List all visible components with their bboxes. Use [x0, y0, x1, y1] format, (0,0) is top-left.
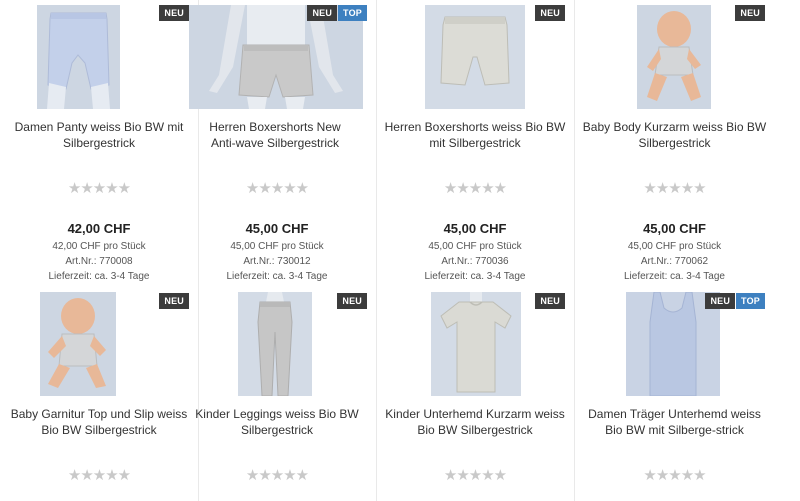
rating-stars: ★★★★★	[643, 180, 706, 197]
product-image[interactable]	[40, 292, 116, 396]
product-price: 45,00 CHF	[643, 221, 706, 236]
leggings-image	[238, 292, 312, 396]
article-number: Art.Nr.: 730012	[243, 256, 311, 267]
new-badge: NEU	[535, 293, 565, 309]
baby-set-image	[40, 292, 116, 396]
tshirt-image	[431, 292, 521, 396]
unit-price: 45,00 CHF pro Stück	[627, 241, 722, 252]
baby-body-image	[637, 5, 711, 109]
new-badge: NEU	[307, 5, 338, 21]
product-price: 45,00 CHF	[245, 221, 309, 236]
badge-group: NEU	[159, 293, 189, 309]
panty-image	[37, 5, 120, 109]
rating-stars: ★★★★★	[67, 467, 131, 484]
rating-stars: ★★★★★	[443, 180, 507, 197]
rating-stars: ★★★★★	[67, 180, 131, 197]
new-badge: NEU	[159, 293, 189, 309]
new-badge: NEU	[337, 293, 367, 309]
product-title[interactable]: Damen Träger Unterhemd weiss Bio BW mit …	[579, 407, 770, 438]
badge-group: NEU TOP	[705, 293, 765, 309]
rating-stars: ★★★★★	[643, 467, 706, 484]
top-badge: TOP	[736, 293, 765, 309]
badge-group: NEU	[735, 5, 765, 21]
delivery-time: Lieferzeit: ca. 3-4 Tage	[226, 271, 328, 282]
article-number: Art.Nr.: 770008	[65, 256, 133, 267]
article-number: Art.Nr.: 770062	[640, 256, 709, 267]
product-card[interactable]: NEU Kinder Leggings weiss Bio BW Silberg…	[178, 288, 377, 501]
new-badge: NEU	[735, 5, 765, 21]
product-title[interactable]: Baby Garnitur Top und Slip weiss Bio BW …	[4, 407, 194, 438]
badge-group: NEU	[535, 293, 565, 309]
delivery-time: Lieferzeit: ca. 3-4 Tage	[424, 271, 526, 282]
product-title[interactable]: Kinder Unterhemd Kurzarm weiss Bio BW Si…	[380, 407, 570, 438]
new-badge: NEU	[535, 5, 565, 21]
product-card[interactable]: NEU Baby Body Kurzarm weiss Bio BW Silbe…	[575, 0, 774, 290]
product-card[interactable]: NEU TOP Herren Boxershorts New Anti-wave…	[178, 0, 377, 290]
top-badge: TOP	[338, 5, 367, 21]
product-image[interactable]	[425, 5, 525, 109]
badge-group: NEU TOP	[307, 5, 367, 21]
badge-group: NEU	[337, 293, 367, 309]
product-image[interactable]	[37, 5, 120, 109]
product-title[interactable]: Herren Boxershorts New Anti-wave Silberg…	[196, 120, 354, 151]
rating-stars: ★★★★★	[245, 180, 309, 197]
unit-price: 45,00 CHF pro Stück	[428, 241, 522, 252]
rating-stars: ★★★★★	[443, 467, 507, 484]
product-grid: NEU Damen Panty weiss Bio BW mit Silberg…	[0, 0, 800, 501]
product-title[interactable]: Kinder Leggings weiss Bio BW Silbergestr…	[182, 407, 372, 438]
product-image[interactable]	[431, 292, 521, 396]
unit-price: 45,00 CHF pro Stück	[230, 241, 324, 252]
delivery-time: Lieferzeit: ca. 3-4 Tage	[624, 271, 725, 282]
product-image[interactable]	[637, 5, 711, 109]
new-badge: NEU	[705, 293, 736, 309]
delivery-time: Lieferzeit: ca. 3-4 Tage	[48, 271, 150, 282]
product-card[interactable]: NEU Herren Boxershorts weiss Bio BW mit …	[376, 0, 575, 290]
product-card[interactable]: NEU TOP Damen Träger Unterhemd weiss Bio…	[575, 288, 774, 501]
badge-group: NEU	[159, 5, 189, 21]
product-price: 45,00 CHF	[443, 221, 507, 236]
product-image[interactable]	[238, 292, 312, 396]
rating-stars: ★★★★★	[245, 467, 309, 484]
product-title[interactable]: Baby Body Kurzarm weiss Bio BW Silberges…	[579, 120, 770, 151]
unit-price: 42,00 CHF pro Stück	[52, 241, 146, 252]
product-title[interactable]: Herren Boxershorts weiss Bio BW mit Silb…	[380, 120, 570, 151]
article-number: Art.Nr.: 770036	[441, 256, 509, 267]
badge-group: NEU	[535, 5, 565, 21]
boxer-image	[425, 5, 525, 109]
product-card[interactable]: NEU Baby Garnitur Top und Slip weiss Bio…	[0, 288, 199, 501]
product-card[interactable]: NEU Damen Panty weiss Bio BW mit Silberg…	[0, 0, 199, 290]
new-badge: NEU	[159, 5, 189, 21]
product-price: 42,00 CHF	[67, 221, 131, 236]
product-card[interactable]: NEU Kinder Unterhemd Kurzarm weiss Bio B…	[376, 288, 575, 501]
product-title[interactable]: Damen Panty weiss Bio BW mit Silbergestr…	[4, 120, 194, 151]
